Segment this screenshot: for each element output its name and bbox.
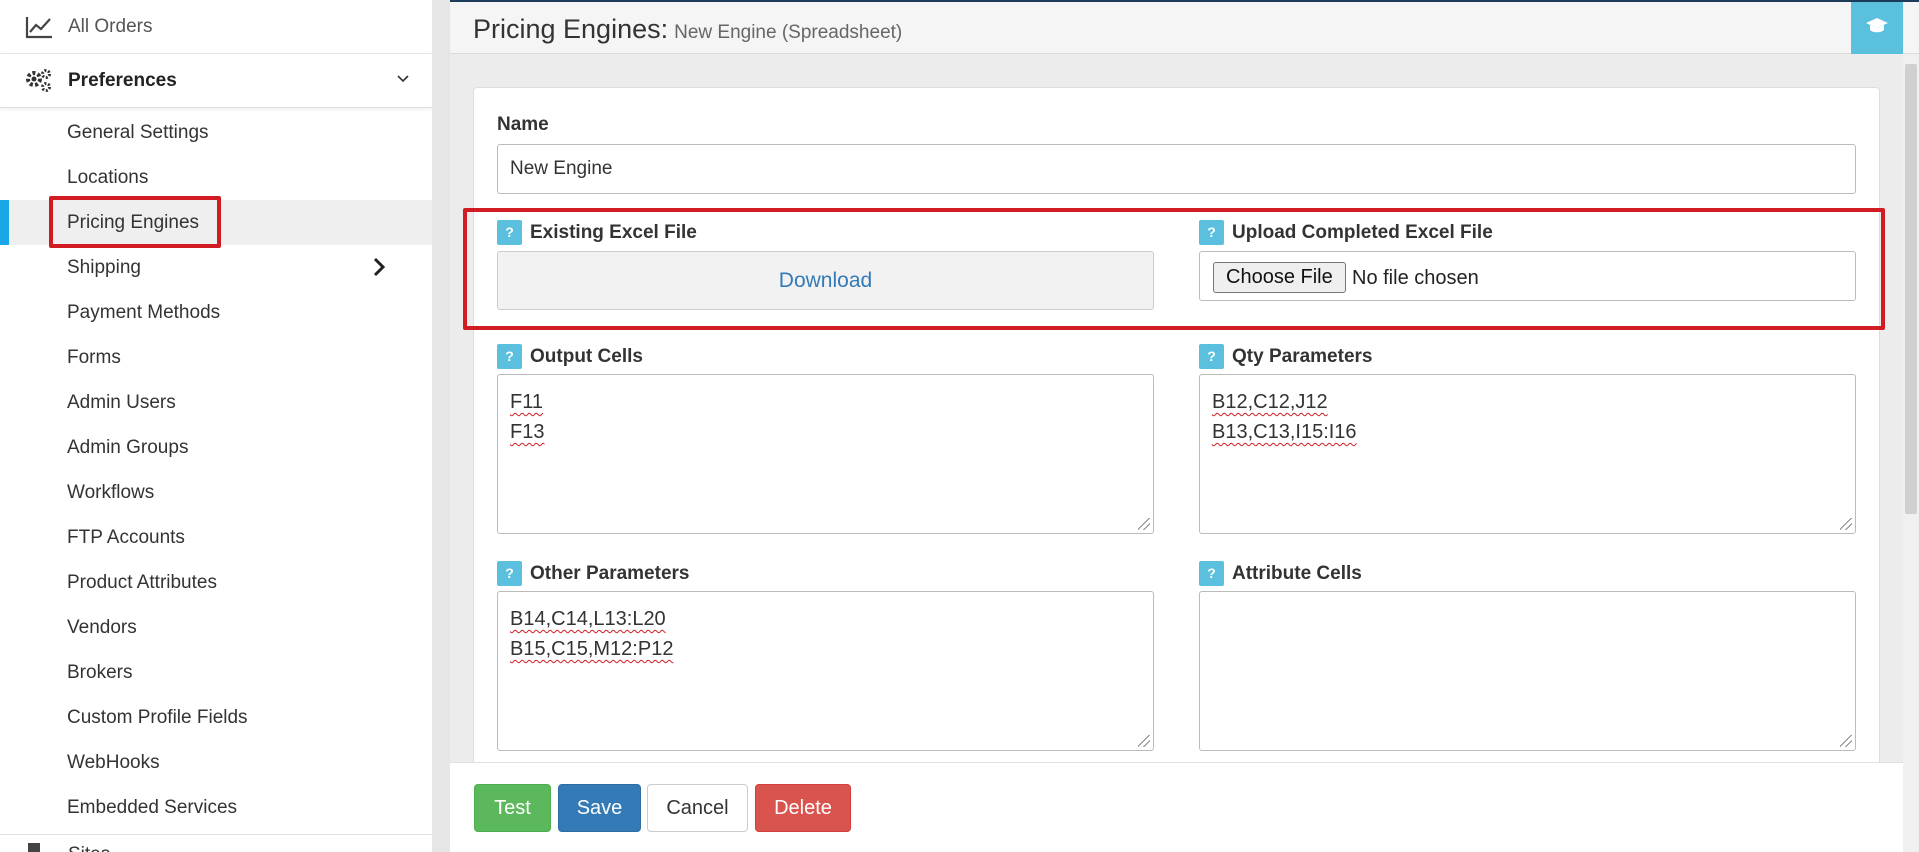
sites-icon xyxy=(28,843,40,852)
sidebar-item-label: Product Attributes xyxy=(67,572,217,593)
sidebar-item-label: Admin Users xyxy=(67,392,176,413)
name-label: Name xyxy=(497,114,549,136)
textarea-line: F11 xyxy=(510,391,543,413)
sidebar-item-label: WebHooks xyxy=(67,752,160,773)
main-scrollbar[interactable] xyxy=(1903,54,1919,852)
textarea-line: B15,C15,M12:P12 xyxy=(510,638,674,660)
textarea-line: B13,C13,I15:I16 xyxy=(1212,421,1357,443)
attribute-cells-label: ? Attribute Cells xyxy=(1199,561,1362,586)
sidebar-item-label: Preferences xyxy=(68,69,177,91)
save-button[interactable]: Save xyxy=(558,784,641,832)
sidebar-item-sites[interactable]: Sites xyxy=(0,834,432,852)
sidebar-item-label: Forms xyxy=(67,347,121,368)
qty-parameters-textarea[interactable]: B12,C12,J12 B13,C13,I15:I16 xyxy=(1199,374,1856,534)
resize-grip-icon[interactable] xyxy=(1138,518,1150,530)
textarea-line: F13 xyxy=(510,421,545,443)
sidebar-item-label: General Settings xyxy=(67,122,209,143)
textarea-line: B12,C12,J12 xyxy=(1212,391,1328,413)
resize-grip-icon[interactable] xyxy=(1840,518,1852,530)
sidebar-item-admin-groups[interactable]: Admin Groups xyxy=(0,425,432,470)
sidebar-highlight-box xyxy=(49,196,221,248)
sidebar-item-label: All Orders xyxy=(68,15,153,37)
qty-parameters-label-text: Qty Parameters xyxy=(1232,345,1373,367)
help-button[interactable] xyxy=(1851,2,1903,54)
sidebar-item-label: Sites xyxy=(68,844,110,852)
textarea-line: B14,C14,L13:L20 xyxy=(510,608,666,630)
qty-parameters-label: ? Qty Parameters xyxy=(1199,344,1372,369)
attribute-cells-label-text: Attribute Cells xyxy=(1232,562,1362,584)
gears-icon xyxy=(24,66,54,96)
resize-grip-icon[interactable] xyxy=(1138,735,1150,747)
sidebar-item-label: Locations xyxy=(67,167,149,188)
name-label-text: Name xyxy=(497,114,549,135)
sidebar-item-general-settings[interactable]: General Settings xyxy=(0,110,432,155)
trend-chart-icon xyxy=(24,12,54,42)
output-cells-label: ? Output Cells xyxy=(497,344,643,369)
sidebar-item-preferences[interactable]: Preferences xyxy=(0,54,432,108)
name-input[interactable] xyxy=(497,144,1856,194)
sidebar-item-all-orders[interactable]: All Orders xyxy=(0,0,432,54)
sidebar-item-label: Shipping xyxy=(67,257,141,278)
sidebar-item-label: FTP Accounts xyxy=(67,527,185,548)
output-cells-textarea[interactable]: F11 F13 xyxy=(497,374,1154,534)
help-question-icon[interactable]: ? xyxy=(1199,344,1224,369)
scrollbar-thumb[interactable] xyxy=(1905,64,1917,514)
sidebar-item-shipping[interactable]: Shipping xyxy=(0,245,432,290)
file-section-highlight-box xyxy=(463,208,1885,330)
attribute-cells-textarea[interactable] xyxy=(1199,591,1856,751)
page-header: Pricing Engines: New Engine (Spreadsheet) xyxy=(450,2,1919,54)
chevron-right-icon xyxy=(370,256,388,283)
page-title-text: Pricing Engines: xyxy=(473,14,669,44)
sidebar-item-label: Vendors xyxy=(67,617,137,638)
sidebar-item-webhooks[interactable]: WebHooks xyxy=(0,740,432,785)
sidebar-item-workflows[interactable]: Workflows xyxy=(0,470,432,515)
sidebar: All Orders Preferences General Settings … xyxy=(0,0,432,852)
sidebar-item-label: Admin Groups xyxy=(67,437,189,458)
help-question-icon[interactable]: ? xyxy=(497,561,522,586)
sidebar-item-forms[interactable]: Forms xyxy=(0,335,432,380)
sidebar-item-locations[interactable]: Locations xyxy=(0,155,432,200)
chevron-down-icon xyxy=(396,72,410,91)
other-parameters-label-text: Other Parameters xyxy=(530,562,690,584)
graduation-cap-icon xyxy=(1865,17,1889,40)
sidebar-item-label: Brokers xyxy=(67,662,133,683)
page-title: Pricing Engines: New Engine (Spreadsheet) xyxy=(473,14,902,45)
cancel-button[interactable]: Cancel xyxy=(647,784,748,832)
page-subtitle: New Engine (Spreadsheet) xyxy=(674,22,903,43)
test-button[interactable]: Test xyxy=(474,784,551,832)
sidebar-item-product-attributes[interactable]: Product Attributes xyxy=(0,560,432,605)
sidebar-scrollbar[interactable] xyxy=(432,0,450,852)
sidebar-item-ftp-accounts[interactable]: FTP Accounts xyxy=(0,515,432,560)
sidebar-item-label: Payment Methods xyxy=(67,302,221,323)
sidebar-item-payment-methods[interactable]: Payment Methods xyxy=(0,290,432,335)
sidebar-item-vendors[interactable]: Vendors xyxy=(0,605,432,650)
other-parameters-textarea[interactable]: B14,C14,L13:L20 B15,C15,M12:P12 xyxy=(497,591,1154,751)
delete-button[interactable]: Delete xyxy=(755,784,851,832)
sidebar-item-label: Workflows xyxy=(67,482,155,503)
sidebar-item-admin-users[interactable]: Admin Users xyxy=(0,380,432,425)
output-cells-label-text: Output Cells xyxy=(530,345,643,367)
sidebar-item-label: Embedded Services xyxy=(67,797,238,818)
sidebar-item-custom-profile-fields[interactable]: Custom Profile Fields xyxy=(0,695,432,740)
sidebar-item-brokers[interactable]: Brokers xyxy=(0,650,432,695)
sidebar-item-embedded-services[interactable]: Embedded Services xyxy=(0,785,432,830)
other-parameters-label: ? Other Parameters xyxy=(497,561,689,586)
help-question-icon[interactable]: ? xyxy=(497,344,522,369)
resize-grip-icon[interactable] xyxy=(1840,735,1852,747)
sidebar-item-label: Custom Profile Fields xyxy=(67,707,248,728)
help-question-icon[interactable]: ? xyxy=(1199,561,1224,586)
